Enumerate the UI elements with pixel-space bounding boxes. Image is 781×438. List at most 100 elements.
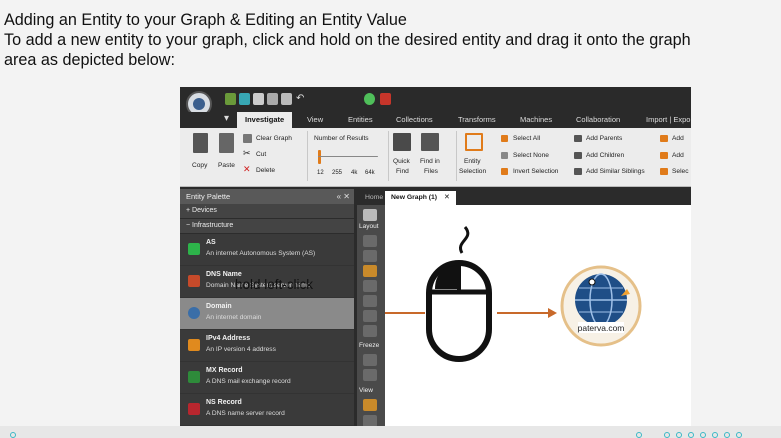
select-none-icon[interactable] xyxy=(501,152,508,159)
close-icon[interactable]: « ✕ xyxy=(337,189,350,204)
progress-dot xyxy=(676,432,682,438)
mx-record-icon xyxy=(188,371,200,383)
new-entity-icon[interactable] xyxy=(239,93,250,105)
add-icon[interactable] xyxy=(660,135,668,142)
dns-name-icon xyxy=(188,275,200,287)
find-in-files-icon[interactable] xyxy=(421,133,439,151)
entity-name: IPv4 Address xyxy=(206,335,251,342)
add-similar-siblings-button[interactable]: Add Similar Siblings xyxy=(586,168,645,175)
layout-x-icon[interactable] xyxy=(363,325,377,337)
tab-new-graph-label: New Graph (1) xyxy=(391,194,438,201)
add-parents-button[interactable]: Add Parents xyxy=(586,135,622,142)
ribbon-divider xyxy=(456,131,457,181)
delete-button[interactable]: Delete xyxy=(256,167,275,174)
tab-machines[interactable]: Machines xyxy=(520,115,552,124)
results-slider-handle[interactable] xyxy=(318,150,321,164)
entity-selection-icon[interactable] xyxy=(465,133,483,151)
entity-selection-label-1[interactable]: Entity xyxy=(464,158,481,165)
entity-desc: A DNS name server record xyxy=(206,410,285,417)
expand-icon[interactable] xyxy=(363,209,377,221)
layout-interactive-icon[interactable] xyxy=(363,295,377,307)
paste-icon[interactable] xyxy=(219,133,234,153)
clear-graph-icon[interactable] xyxy=(243,134,252,143)
tab-home[interactable]: Home xyxy=(361,191,387,205)
mouse-icon xyxy=(426,226,492,362)
tab-view[interactable]: View xyxy=(307,115,323,124)
view-main-icon[interactable] xyxy=(363,399,377,411)
entity-ns-record[interactable]: NS Record A DNS name server record xyxy=(180,394,354,426)
chevron-down-icon[interactable]: ▾ xyxy=(224,113,229,124)
tab-new-graph[interactable]: New Graph (1) ✕ xyxy=(385,191,456,205)
progress-dot xyxy=(636,432,642,438)
ipv4-icon xyxy=(188,339,200,351)
entity-mx-record[interactable]: MX Record A DNS mail exchange record xyxy=(180,362,354,394)
freeze-icon[interactable] xyxy=(363,354,377,366)
add-button[interactable]: Add xyxy=(672,135,684,142)
copy-icon[interactable] xyxy=(193,133,208,153)
tab-collections[interactable]: Collections xyxy=(396,115,433,124)
progress-dot xyxy=(700,432,706,438)
binoculars-icon[interactable] xyxy=(393,133,411,151)
section-infrastructure[interactable]: − Infrastructure xyxy=(180,219,354,234)
entity-palette-title: Entity Palette xyxy=(186,192,231,201)
quick-find-label-2[interactable]: Find xyxy=(396,168,409,175)
save-as-icon[interactable] xyxy=(281,93,292,105)
progress-dot xyxy=(724,432,730,438)
copy-label[interactable]: Copy xyxy=(192,162,207,169)
add-children-button[interactable]: Add Children xyxy=(586,152,624,159)
cut-button[interactable]: Cut xyxy=(256,151,266,158)
layout-tree-icon[interactable] xyxy=(363,310,377,322)
slider-tick: 12 xyxy=(317,170,324,176)
tab-entities[interactable]: Entities xyxy=(348,115,373,124)
progress-dot xyxy=(736,432,742,438)
tab-collaboration[interactable]: Collaboration xyxy=(576,115,620,124)
add-similar-siblings-icon[interactable] xyxy=(574,168,582,175)
tab-transforms[interactable]: Transforms xyxy=(458,115,496,124)
find-in-files-label-2[interactable]: Files xyxy=(424,168,438,175)
select-icon[interactable] xyxy=(660,168,668,175)
star-icon[interactable] xyxy=(364,93,375,105)
add-icon[interactable] xyxy=(660,152,668,159)
results-slider-track[interactable] xyxy=(318,156,378,157)
add-button[interactable]: Add xyxy=(672,152,684,159)
graph-area[interactable]: paterva.com xyxy=(385,205,691,430)
progress-dot xyxy=(712,432,718,438)
entity-domain[interactable]: Domain An internet domain xyxy=(180,298,354,330)
tab-investigate[interactable]: Investigate xyxy=(237,112,293,128)
undo-icon[interactable]: ↶ xyxy=(296,93,307,105)
delete-icon[interactable]: ✕ xyxy=(243,164,251,175)
entity-as[interactable]: AS An internet Autonomous System (AS) xyxy=(180,234,354,266)
invert-selection-icon[interactable] xyxy=(501,168,508,175)
graph-toolbar: Layout Freeze View xyxy=(357,205,385,430)
layout-organic-icon[interactable] xyxy=(363,280,377,292)
layout-block-icon[interactable] xyxy=(363,235,377,247)
refresh-icon[interactable] xyxy=(363,369,377,381)
invert-selection-button[interactable]: Invert Selection xyxy=(513,168,558,175)
dropped-domain-entity[interactable]: paterva.com xyxy=(560,265,642,347)
new-graph-icon[interactable] xyxy=(225,93,236,105)
cut-icon[interactable]: ✂ xyxy=(243,148,251,159)
paste-label[interactable]: Paste xyxy=(218,162,235,169)
entity-selection-label-2[interactable]: Selection xyxy=(459,168,486,175)
find-in-files-label-1[interactable]: Find in xyxy=(420,158,440,165)
section-devices[interactable]: + Devices xyxy=(180,204,354,219)
transform-icon[interactable] xyxy=(380,93,391,105)
select-none-button[interactable]: Select None xyxy=(513,152,549,159)
add-parents-icon[interactable] xyxy=(574,135,582,142)
tab-import-export[interactable]: Import | Expo xyxy=(646,115,690,124)
select-button[interactable]: Selec xyxy=(672,168,689,175)
select-all-button[interactable]: Select All xyxy=(513,135,540,142)
entity-palette-header: Entity Palette « ✕ xyxy=(180,189,354,204)
open-icon[interactable] xyxy=(253,93,264,105)
clear-graph-button[interactable]: Clear Graph xyxy=(256,135,292,142)
layout-hierarchy-icon[interactable] xyxy=(363,250,377,262)
quick-find-label-1[interactable]: Quick xyxy=(393,158,410,165)
close-tab-icon[interactable]: ✕ xyxy=(444,194,450,201)
add-children-icon[interactable] xyxy=(574,152,582,159)
select-all-icon[interactable] xyxy=(501,135,508,142)
entity-ipv4-address[interactable]: IPv4 Address An IP version 4 address xyxy=(180,330,354,362)
entity-name: Domain xyxy=(206,303,232,310)
layout-circular-icon[interactable] xyxy=(363,265,377,277)
ribbon-divider xyxy=(307,131,308,181)
save-icon[interactable] xyxy=(267,93,278,105)
